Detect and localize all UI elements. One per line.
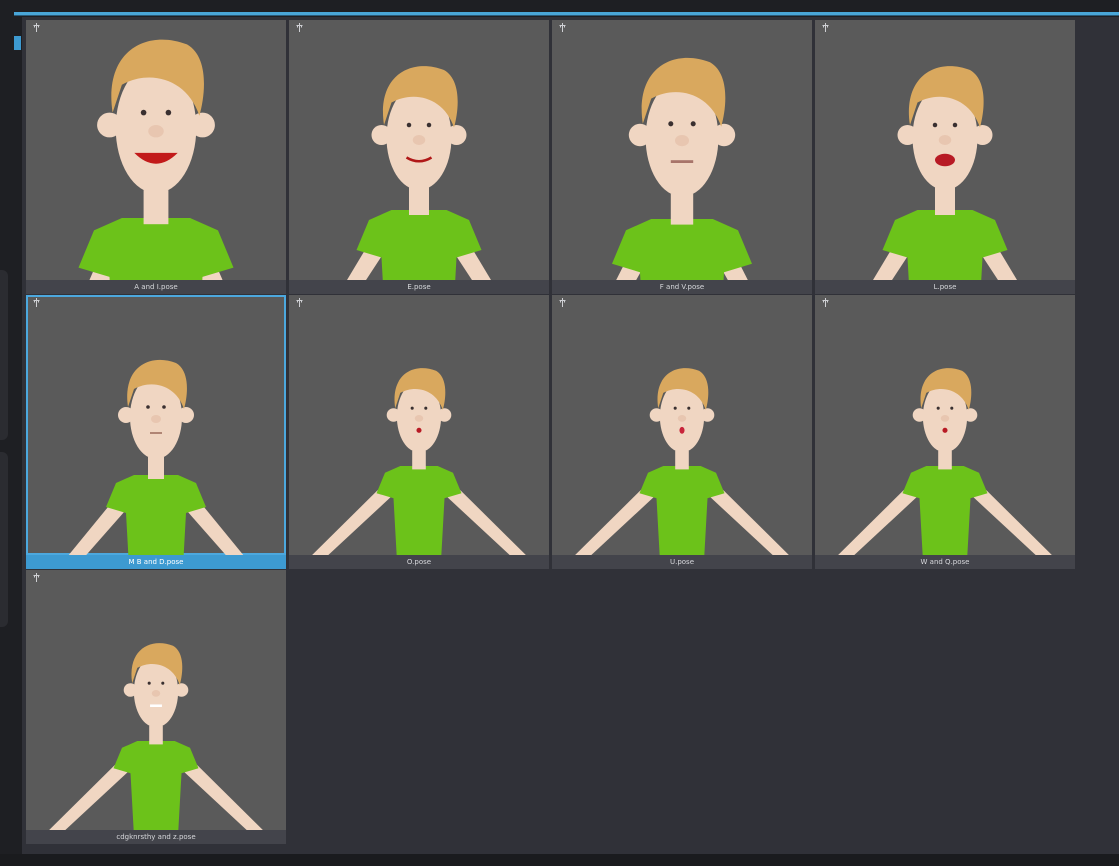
eye-left bbox=[410, 406, 414, 410]
eye-left bbox=[147, 681, 151, 685]
neck bbox=[143, 190, 169, 225]
pose-label: A and I.pose bbox=[26, 280, 286, 294]
nose bbox=[151, 415, 161, 423]
side-panel-tab-upper[interactable] bbox=[0, 270, 8, 440]
eye-right bbox=[161, 681, 165, 685]
pose-thumbnail bbox=[26, 20, 286, 280]
pose-tile[interactable]: A and I.pose bbox=[26, 20, 286, 294]
pose-tile[interactable]: L.pose bbox=[815, 20, 1075, 294]
character-render bbox=[612, 57, 752, 280]
shirt bbox=[78, 218, 234, 280]
bottom-bar bbox=[0, 854, 1119, 866]
character-render bbox=[347, 66, 491, 280]
shirt bbox=[639, 466, 725, 555]
pose-label: M B and D.pose bbox=[26, 555, 286, 569]
pose-tile[interactable]: F and V.pose bbox=[552, 20, 812, 294]
eye-right bbox=[690, 121, 696, 127]
character-render bbox=[68, 359, 244, 555]
pose-tile[interactable]: O.pose bbox=[289, 295, 549, 569]
mouth bbox=[942, 427, 948, 433]
neck bbox=[148, 457, 164, 479]
eye-left bbox=[673, 406, 677, 410]
pose-label: O.pose bbox=[289, 555, 549, 569]
pin-icon[interactable] bbox=[32, 23, 41, 32]
eye-left bbox=[406, 122, 412, 128]
pin-icon[interactable] bbox=[558, 298, 567, 307]
neck bbox=[409, 187, 429, 215]
pose-label: cdgknrsthy and z.pose bbox=[26, 830, 286, 844]
nose bbox=[148, 125, 164, 138]
pose-tile[interactable]: E.pose bbox=[289, 20, 549, 294]
character-render bbox=[873, 66, 1017, 280]
mouth bbox=[670, 160, 694, 163]
pin-icon[interactable] bbox=[295, 23, 304, 32]
eye-left bbox=[936, 406, 940, 410]
shirt bbox=[882, 210, 1008, 280]
eye-right bbox=[952, 122, 958, 128]
pose-tile[interactable]: M B and D.pose bbox=[26, 295, 286, 569]
pin-icon[interactable] bbox=[821, 298, 830, 307]
neck bbox=[412, 450, 426, 470]
pose-tile[interactable]: U.pose bbox=[552, 295, 812, 569]
shirt bbox=[356, 210, 482, 280]
nose bbox=[412, 135, 426, 145]
pose-thumbnail bbox=[552, 20, 812, 280]
nose bbox=[151, 690, 161, 697]
eye-right bbox=[426, 122, 432, 128]
character-render bbox=[838, 368, 1052, 555]
nose bbox=[938, 135, 952, 145]
pose-thumbnail bbox=[26, 295, 286, 555]
mouth bbox=[935, 153, 955, 167]
pose-thumbnail bbox=[815, 295, 1075, 555]
neck bbox=[675, 450, 689, 470]
eye-right bbox=[162, 405, 166, 409]
pose-label: L.pose bbox=[815, 280, 1075, 294]
pose-label: U.pose bbox=[552, 555, 812, 569]
character-render bbox=[575, 368, 789, 555]
shirt bbox=[902, 466, 988, 555]
pin-icon[interactable] bbox=[32, 298, 41, 307]
selection-marker bbox=[14, 36, 21, 50]
neck bbox=[149, 725, 163, 745]
pose-thumbnail bbox=[289, 295, 549, 555]
neck bbox=[935, 187, 955, 215]
pose-thumbnail bbox=[815, 20, 1075, 280]
shirt bbox=[113, 741, 199, 830]
pose-tile[interactable]: cdgknrsthy and z.pose bbox=[26, 570, 286, 844]
eye-right bbox=[424, 406, 428, 410]
neck bbox=[670, 193, 694, 225]
pose-label: F and V.pose bbox=[552, 280, 812, 294]
neck bbox=[938, 450, 952, 470]
side-panel-tab-lower[interactable] bbox=[0, 452, 8, 627]
pose-label: W and Q.pose bbox=[815, 555, 1075, 569]
nose bbox=[675, 135, 689, 147]
pin-icon[interactable] bbox=[32, 573, 41, 582]
pin-icon[interactable] bbox=[558, 23, 567, 32]
pin-icon[interactable] bbox=[821, 23, 830, 32]
pose-thumbnail bbox=[289, 20, 549, 280]
nose bbox=[677, 415, 687, 422]
eye-right bbox=[165, 109, 172, 116]
character-render bbox=[78, 39, 234, 280]
character-render bbox=[49, 643, 263, 830]
eye-left bbox=[146, 405, 150, 409]
eye-right bbox=[687, 406, 691, 410]
eye-right bbox=[950, 406, 954, 410]
eye-left bbox=[932, 122, 938, 128]
pose-tile[interactable]: W and Q.pose bbox=[815, 295, 1075, 569]
mouth bbox=[679, 426, 685, 434]
nose bbox=[940, 415, 950, 422]
pin-icon[interactable] bbox=[295, 298, 304, 307]
character-render bbox=[312, 368, 526, 555]
eye-left bbox=[668, 121, 674, 127]
top-accent-shadow bbox=[14, 15, 1119, 16]
shirt bbox=[376, 466, 462, 555]
eye-left bbox=[140, 109, 147, 116]
pose-thumbnail bbox=[26, 570, 286, 830]
nose bbox=[414, 415, 424, 422]
mouth bbox=[150, 704, 162, 707]
mouth bbox=[416, 427, 422, 433]
pose-thumbnail bbox=[552, 295, 812, 555]
pose-label: E.pose bbox=[289, 280, 549, 294]
